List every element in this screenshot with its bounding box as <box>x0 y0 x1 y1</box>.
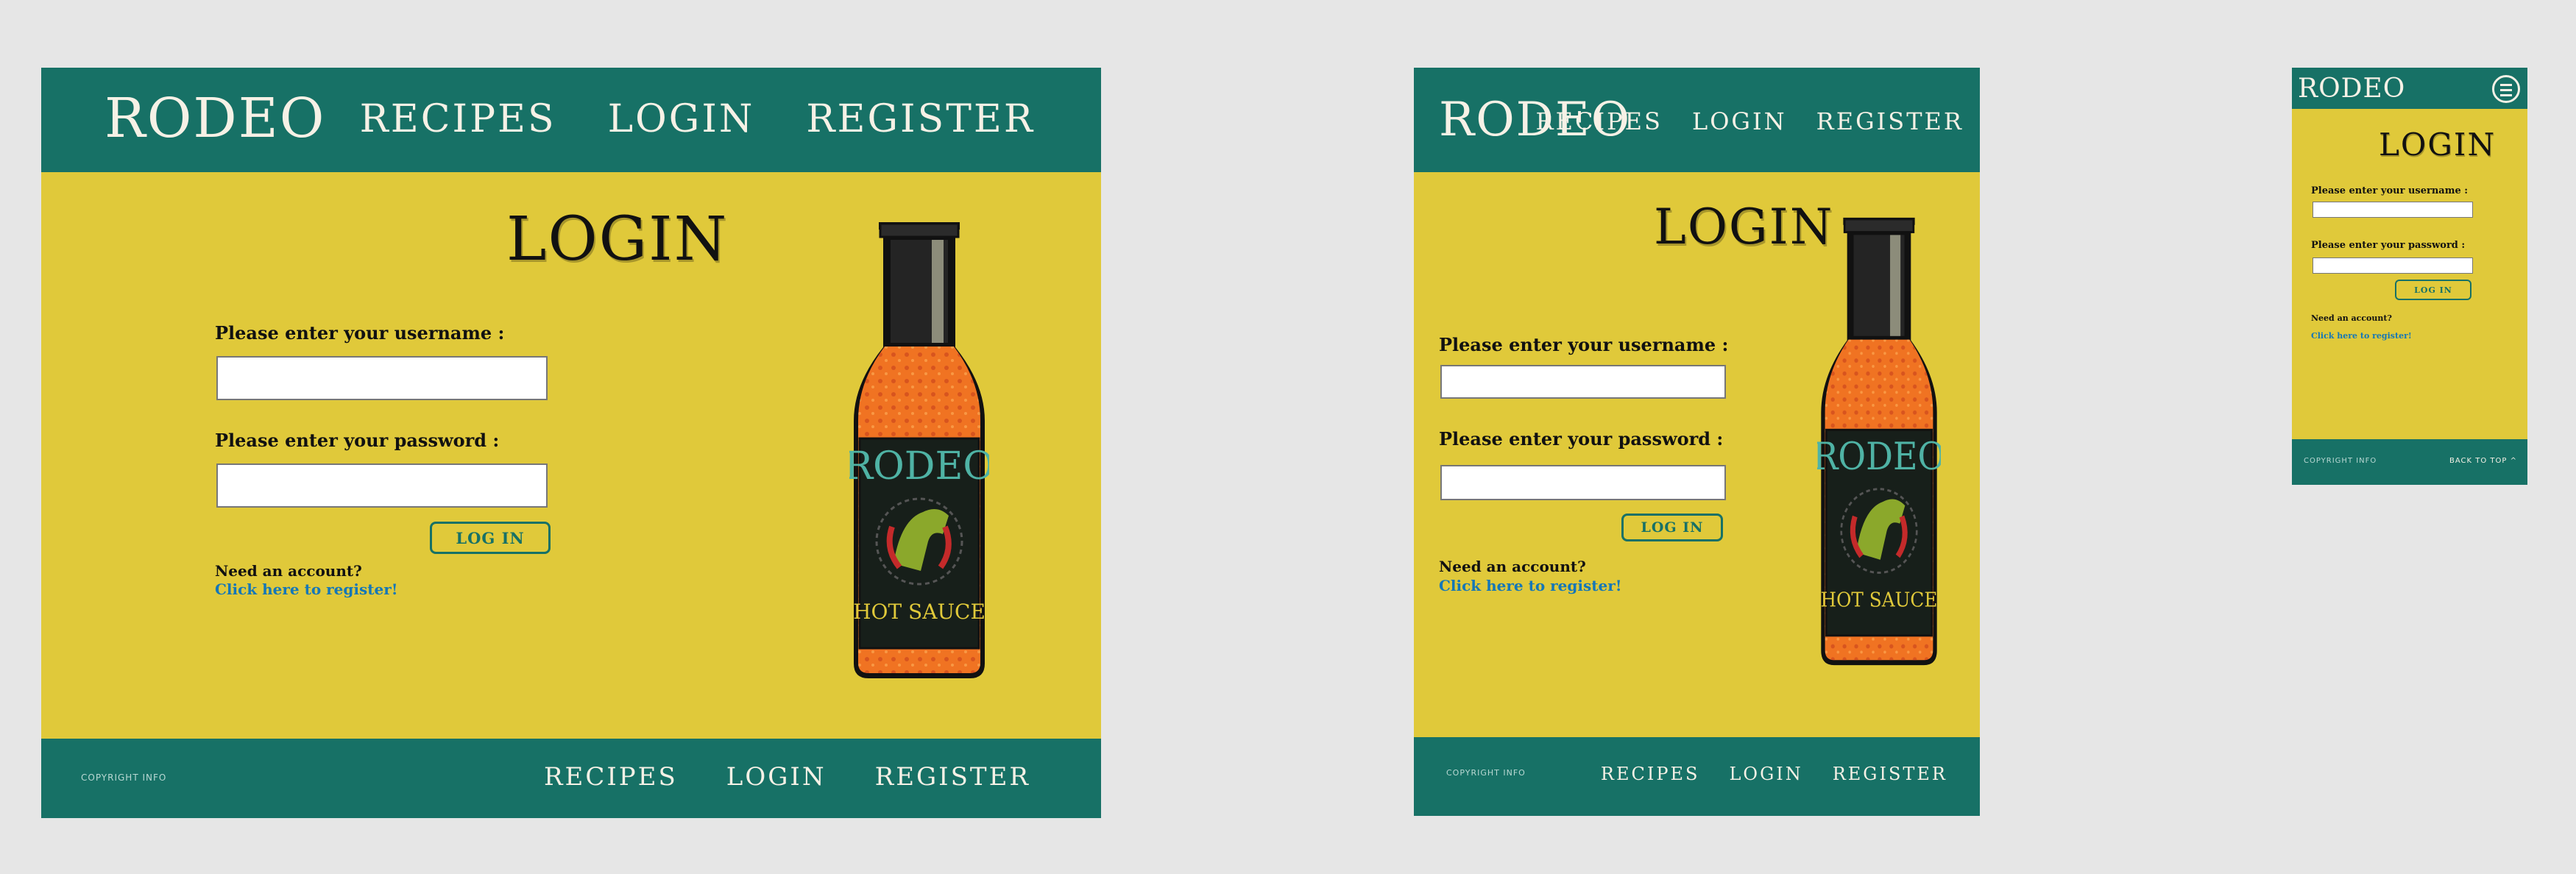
need-account-text: Need an account? <box>1439 558 1586 575</box>
footer-nav: RECIPES LOGIN REGISTER <box>544 762 1030 792</box>
mobile-header: RODEO <box>2292 68 2527 109</box>
register-link[interactable]: Click here to register! <box>2311 331 2412 341</box>
login-button[interactable]: LOG IN <box>430 522 551 554</box>
tablet-nav: RECIPES LOGIN REGISTER <box>1536 107 1964 135</box>
svg-text:RODEO: RODEO <box>1817 436 1941 479</box>
brand-logo[interactable]: RODEO <box>2298 74 2405 104</box>
register-link[interactable]: Click here to register! <box>215 580 398 598</box>
login-button[interactable]: LOG IN <box>1621 514 1723 541</box>
page-title: LOGIN <box>1654 199 1834 255</box>
mobile-footer: COPYRIGHT INFO BACK TO TOP ^ <box>2292 439 2527 485</box>
hamburger-menu-icon[interactable] <box>2492 75 2520 103</box>
svg-text:HOT SAUCE: HOT SAUCE <box>1821 589 1938 612</box>
nav-register[interactable]: REGISTER <box>1816 107 1964 135</box>
tablet-footer: COPYRIGHT INFO RECIPES LOGIN REGISTER <box>1414 737 1980 816</box>
username-input[interactable] <box>216 356 548 400</box>
brand-logo[interactable]: RODEO <box>105 87 325 150</box>
svg-text:HOT SAUCE: HOT SAUCE <box>853 600 986 624</box>
need-account-text: Need an account? <box>215 562 362 580</box>
svg-text:RODEO: RODEO <box>849 444 989 488</box>
tablet-header: RODEO RECIPES LOGIN REGISTER <box>1414 68 1980 172</box>
desktop-footer: COPYRIGHT INFO RECIPES LOGIN REGISTER <box>41 739 1101 818</box>
footer-nav-register[interactable]: REGISTER <box>1833 764 1947 784</box>
password-input[interactable] <box>216 463 548 508</box>
footer-nav-register[interactable]: REGISTER <box>875 762 1030 792</box>
password-input[interactable] <box>1440 465 1726 500</box>
password-input[interactable] <box>2313 257 2473 274</box>
nav-register[interactable]: REGISTER <box>806 97 1035 141</box>
copyright-text: COPYRIGHT INFO <box>2304 457 2377 465</box>
username-label: Please enter your username : <box>1439 334 1729 355</box>
tablet-frame: RODEO RECIPES LOGIN REGISTER LOGIN Pleas… <box>1414 68 1980 816</box>
copyright-text: COPYRIGHT INFO <box>1446 768 1526 778</box>
need-account-text: Need an account? <box>2311 313 2392 323</box>
copyright-text: COPYRIGHT INFO <box>81 772 167 783</box>
desktop-frame: RODEO RECIPES LOGIN REGISTER LOGIN Pleas… <box>41 68 1101 818</box>
password-label: Please enter your password : <box>2311 240 2466 251</box>
username-label: Please enter your username : <box>215 322 505 344</box>
footer-nav-recipes[interactable]: RECIPES <box>544 762 678 792</box>
username-input[interactable] <box>2313 202 2473 218</box>
footer-nav-recipes[interactable]: RECIPES <box>1601 764 1700 784</box>
password-label: Please enter your password : <box>1439 428 1724 450</box>
page-title: LOGIN <box>2379 127 2497 163</box>
desktop-header: RODEO RECIPES LOGIN REGISTER <box>41 68 1101 172</box>
nav-login[interactable]: LOGIN <box>608 97 755 141</box>
footer-nav-login[interactable]: LOGIN <box>726 762 827 792</box>
hot-sauce-bottle-icon: RODEO HOT SAUCE <box>1813 213 1945 668</box>
username-label: Please enter your username : <box>2311 185 2469 196</box>
nav-login[interactable]: LOGIN <box>1692 107 1787 135</box>
back-to-top-link[interactable]: BACK TO TOP ^ <box>2449 457 2517 465</box>
mobile-frame: RODEO LOGIN Please enter your username :… <box>2292 68 2527 485</box>
desktop-nav: RECIPES LOGIN REGISTER <box>360 97 1035 141</box>
footer-nav: RECIPES LOGIN REGISTER <box>1601 764 1947 784</box>
hot-sauce-bottle-icon: RODEO HOT SAUCE <box>844 218 994 681</box>
username-input[interactable] <box>1440 365 1726 399</box>
page-title: LOGIN <box>506 205 729 274</box>
password-label: Please enter your password : <box>215 430 500 451</box>
footer-nav-login[interactable]: LOGIN <box>1729 764 1802 784</box>
register-link[interactable]: Click here to register! <box>1439 577 1622 594</box>
login-button[interactable]: LOG IN <box>2395 280 2471 300</box>
nav-recipes[interactable]: RECIPES <box>1536 107 1663 135</box>
nav-recipes[interactable]: RECIPES <box>360 97 556 141</box>
